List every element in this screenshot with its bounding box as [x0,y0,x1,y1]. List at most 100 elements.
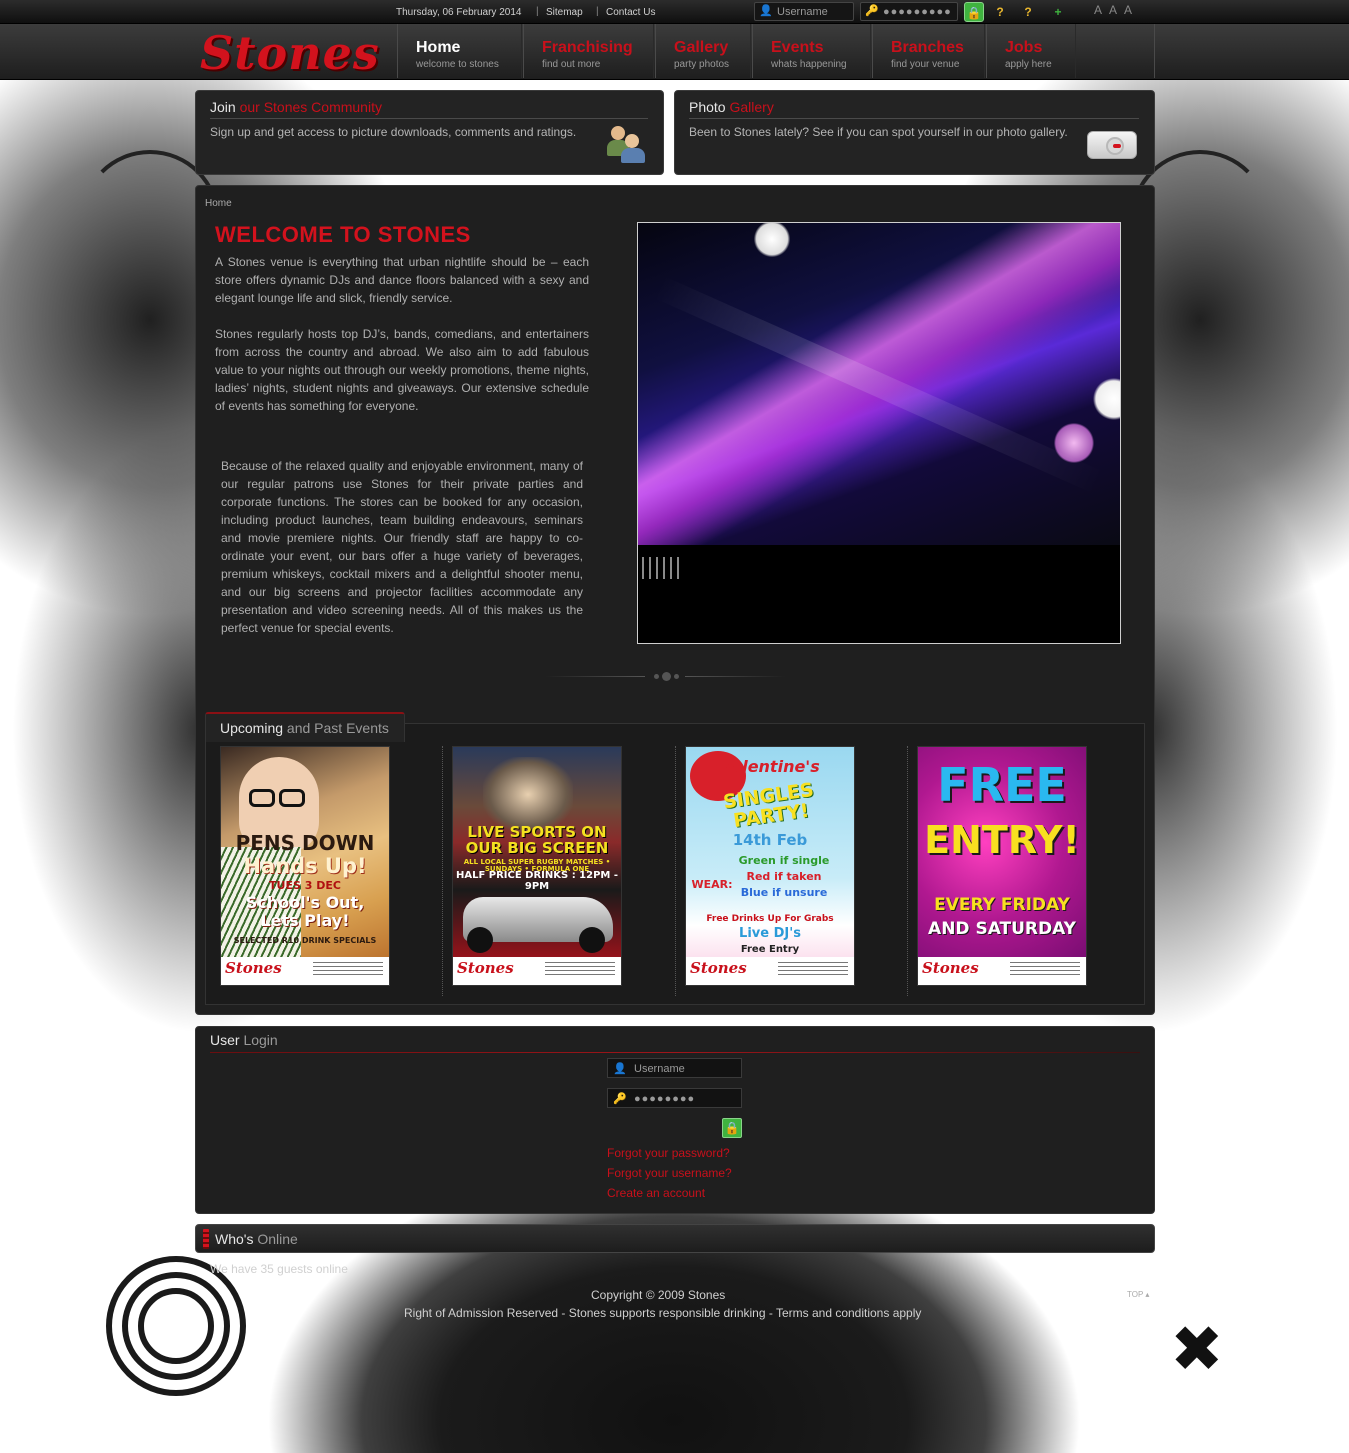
whos-online-title: Who's Online [215,1231,298,1247]
poster-subhead: ENTRY! [924,818,1080,862]
poster-contact [313,962,383,976]
poster-logo: Stones [922,959,979,977]
contact-us-link[interactable]: Contact Us [606,7,655,18]
event-poster-free-entry[interactable]: FREE ENTRY! EVERY FRIDAY AND SATURDAY St… [917,746,1087,986]
poster-line: School's Out, [245,893,365,912]
poster-subhead: Hands Up! [243,854,367,878]
top-username-placeholder: Username [777,6,828,18]
stones-logo[interactable]: Stones [200,26,390,80]
sitemap-link[interactable]: Sitemap [546,7,583,18]
nav-franchising[interactable]: Franchising find out more [523,24,654,78]
poster-footer: Stones [918,957,1086,985]
divider [689,118,1139,119]
poster-date: 14th Feb [732,831,808,849]
poster-line: Free Drinks Up For Grabs [706,914,834,924]
poster-logo: Stones [690,959,747,977]
slideshow-thumbnails[interactable] [642,557,680,579]
nav-title: Events [771,39,824,56]
event-poster-singles-party[interactable]: Valentine's SINGLES PARTY! 14th Feb WEAR… [685,746,855,986]
login-title-rest: Login [243,1032,278,1048]
breadcrumb[interactable]: Home [205,198,232,209]
forgot-password-link[interactable]: Forgot your password? [607,1146,730,1160]
nav-title: Franchising [542,39,633,56]
nav-home[interactable]: Home welcome to stones [397,24,522,78]
nav-events[interactable]: Events whats happening [752,24,871,78]
poster-contact [1010,962,1080,976]
nav-subtitle: apply here [1005,59,1052,70]
poster-footer: Stones [221,957,389,985]
photo-slideshow[interactable] [637,222,1121,644]
top-username-input[interactable]: 👤 Username [754,2,854,21]
user-icon: 👤 [613,1063,627,1075]
nav-title: Branches [891,39,964,56]
users-icon[interactable] [607,124,647,164]
whos-online-title-prefix: Who's [215,1231,254,1247]
login-username-input[interactable]: 👤 Username [607,1058,742,1078]
camera-icon[interactable] [1087,131,1137,159]
font-increase-icon[interactable]: A [1124,3,1132,17]
poster-contact [778,962,848,976]
login-submit-lock-icon[interactable]: 🔒 [722,1118,742,1138]
nav-divider [1154,24,1155,78]
nav-subtitle: find out more [542,59,601,70]
nav-gallery[interactable]: Gallery party photos [655,24,751,78]
register-user-icon[interactable]: + [1048,2,1068,22]
nav-jobs[interactable]: Jobs apply here [986,24,1076,78]
forgot-username-link[interactable]: Forgot your username? [607,1166,732,1180]
divider [675,746,676,996]
back-to-top-label: TOP [1127,1290,1144,1299]
nav-branches[interactable]: Branches find your venue [872,24,985,78]
community-title: Join our Stones Community [210,99,382,115]
forgot-password-icon[interactable]: ? [990,2,1010,22]
nav-subtitle: welcome to stones [416,59,499,70]
login-password-input[interactable]: 🔑 ●●●●●●●● [607,1088,742,1108]
font-reset-icon[interactable]: A [1109,3,1117,17]
poster-line: AND SATURDAY [928,919,1076,939]
whos-online-header [195,1224,1155,1253]
community-title-highlight[interactable]: our Stones Community [240,99,382,115]
community-title-prefix: Join [210,99,236,115]
login-username-placeholder: Username [634,1063,685,1075]
hosting-paragraph: Stones regularly hosts top DJ’s, bands, … [215,327,589,413]
login-title: User Login [210,1032,278,1048]
x-decoration: ✖ [1170,1313,1224,1387]
caret-up-icon: ▴ [1145,1290,1150,1299]
event-poster-pens-down[interactable]: PENS DOWN Hands Up! TUES 3 DEC School's … [220,746,390,986]
poster-headline: FREE [937,758,1067,812]
guests-online-text: We have 35 guests online [210,1262,348,1276]
poster-line: Lets Play! [260,911,350,930]
nav-subtitle: party photos [674,59,730,70]
back-to-top-link[interactable]: TOP ▴ [1127,1290,1149,1299]
login-lock-icon[interactable]: 🔒 [964,2,984,22]
create-account-link[interactable]: Create an account [607,1186,705,1200]
copyright-text: Copyright © 2009 Stones [591,1288,726,1302]
poster-line: Blue if unsure [740,886,828,899]
poster-footer: Stones [686,957,854,985]
divider [210,118,648,119]
font-decrease-icon[interactable]: A [1094,3,1102,17]
event-poster-live-sports[interactable]: LIVE SPORTS ON OUR BIG SCREEN ALL LOCAL … [452,746,622,986]
poster-headline: LIVE SPORTS ON OUR BIG SCREEN [465,823,609,857]
divider [442,746,443,996]
poster-logo: Stones [457,959,514,977]
top-password-input[interactable]: 🔑 ●●●●●●●●● [860,2,958,21]
photo-gallery-text: Been to Stones lately? See if you can sp… [689,125,1068,139]
intro-paragraph: A Stones venue is everything that urban … [215,255,589,305]
nav-title: Gallery [674,39,729,56]
current-date: Thursday, 06 February 2014 [396,7,522,18]
divider: | [536,6,539,17]
top-password-mask: ●●●●●●●●● [883,6,952,18]
login-password-mask: ●●●●●●●● [634,1093,696,1105]
key-icon: 🔑 [613,1093,628,1105]
key-icon: 🔑 [865,5,880,17]
poster-headline: PENS DOWN [235,831,375,855]
divider [210,1052,1140,1053]
whos-online-title-rest: Online [257,1231,298,1247]
forgot-username-icon[interactable]: ? [1018,2,1038,22]
poster-line: HALF PRICE DRINKS : 12PM - 9PM [455,870,619,892]
footer-notice: Right of Admission Reserved - Stones sup… [404,1306,922,1320]
user-icon: 👤 [759,5,773,17]
community-text: Sign up and get access to picture downlo… [210,125,577,139]
photo-gallery-title-highlight[interactable]: Gallery [729,99,773,115]
login-title-prefix: User [210,1032,240,1048]
